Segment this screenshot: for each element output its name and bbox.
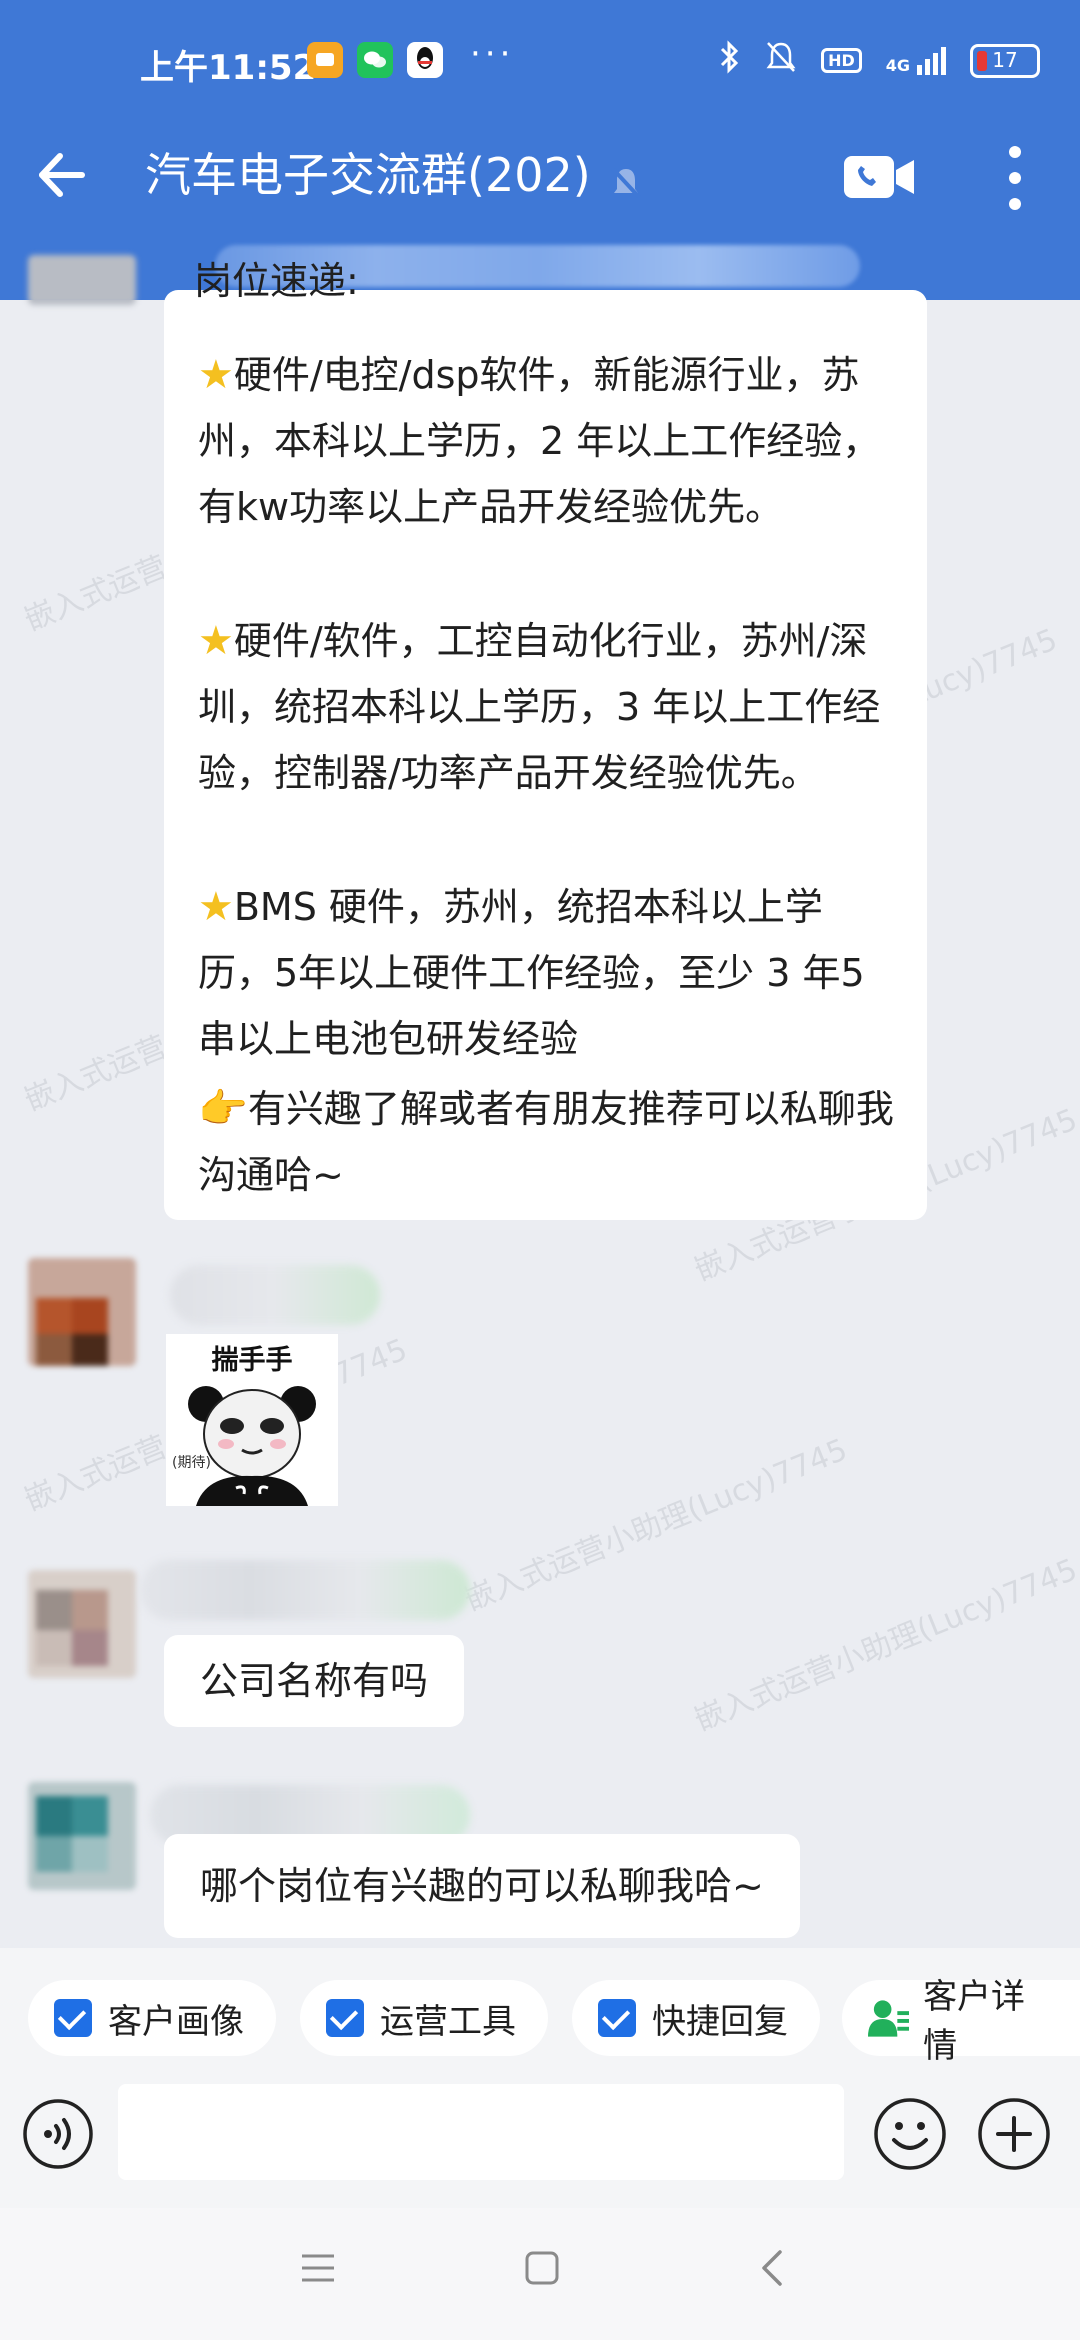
watermark: 嵌入式运营小助理(Lucy)7745: [689, 1552, 1080, 1739]
chip-label: 快捷回复: [652, 2001, 788, 2042]
quick-reply-chip[interactable]: 快捷回复: [572, 1980, 820, 2056]
add-attachment-icon[interactable]: [976, 2096, 1052, 2172]
ops-tools-chip[interactable]: 运营工具: [300, 1980, 548, 2056]
back-arrow-icon[interactable]: [30, 140, 100, 210]
system-nav-bar: [0, 2208, 1080, 2340]
home-icon[interactable]: [522, 2248, 562, 2288]
more-notifications-icon: ···: [470, 34, 515, 74]
avatar[interactable]: [28, 1570, 136, 1678]
system-back-icon[interactable]: [752, 2246, 792, 2290]
notification-icons: [307, 42, 443, 78]
job-posting-text: BMS 硬件，苏州，统招本科以上学历，5年以上硬件工作经验，至少 3 年5串以上…: [198, 885, 865, 1061]
message-bubble[interactable]: 公司名称有吗: [164, 1635, 465, 1727]
avatar[interactable]: [28, 255, 136, 305]
hd-icon: HD: [821, 48, 862, 73]
chip-label: 客户详情: [923, 1977, 1026, 2066]
checkbox-icon: [326, 1999, 364, 2037]
star-emoji-icon: ★: [198, 884, 234, 930]
customer-detail-icon: [868, 2000, 910, 2037]
chat-title: 汽车电子交流群(202): [145, 148, 591, 202]
signal-icon: 4G: [885, 46, 946, 75]
avatar[interactable]: [28, 1782, 136, 1890]
bluetooth-icon: [719, 40, 741, 81]
panda-sticker-icon: [188, 1386, 316, 1506]
contact-note-text: 有兴趣了解或者有朋友推荐可以私聊我沟通哈~: [198, 1087, 894, 1197]
emoji-icon[interactable]: [872, 2096, 948, 2172]
star-emoji-icon: ★: [198, 352, 234, 398]
muted-bell-icon: [611, 167, 641, 199]
pointing-hand-emoji-icon: 👉: [198, 1086, 248, 1132]
message-bubble[interactable]: 岗位速递: ★硬件/电控/dsp软件，新能源行业，苏州，本科以上学历，2 年以上…: [164, 259, 927, 1220]
input-bar: [0, 2078, 1080, 2208]
sender-name-blurred: [170, 1265, 380, 1325]
job-posting-text: 硬件/软件，工控自动化行业，苏州/深圳，统招本科以上学历，3 年以上工作经验，控…: [198, 619, 881, 795]
job-posting-text: 硬件/电控/dsp软件，新能源行业，苏州，本科以上学历，2 年以上工作经验，有k…: [198, 353, 881, 529]
sticker-subcaption: (期待): [172, 1455, 211, 1471]
quick-tools-bar: 客户画像 运营工具 快捷回复 客户详情: [0, 1948, 1080, 2078]
job-posting-item: ★BMS 硬件，苏州，统招本科以上学历，5年以上硬件工作经验，至少 3 年5串以…: [198, 874, 898, 1072]
qq-icon: [407, 42, 443, 78]
voice-input-icon[interactable]: [22, 2098, 94, 2170]
chip-label: 客户画像: [108, 2001, 244, 2042]
sender-name-blurred: [140, 1560, 470, 1620]
customer-detail-chip[interactable]: 客户详情: [842, 1977, 1080, 2066]
status-bar: 上午11:52 ··· HD 4G 17: [0, 0, 1080, 120]
system-status-icons: HD 4G 17: [719, 40, 1040, 81]
chip-label: 运营工具: [380, 2001, 516, 2042]
mute-bell-icon: [765, 40, 797, 81]
battery-icon: 17: [970, 43, 1040, 78]
contact-note: 👉有兴趣了解或者有朋友推荐可以私聊我沟通哈~: [198, 1076, 898, 1208]
message-bubble[interactable]: 哪个岗位有兴趣的可以私聊我哈~: [164, 1834, 800, 1938]
sticker-image[interactable]: 揣手手 (期待): [166, 1334, 338, 1506]
checkbox-icon: [598, 1999, 636, 2037]
job-posting-item: ★硬件/软件，工控自动化行业，苏州/深圳，统招本科以上学历，3 年以上工作经验，…: [198, 608, 898, 806]
checkbox-icon: [54, 1999, 92, 2037]
recent-apps-icon[interactable]: [298, 2248, 338, 2288]
customer-profile-chip[interactable]: 客户画像: [28, 1980, 276, 2056]
video-call-icon[interactable]: [840, 142, 920, 212]
star-emoji-icon: ★: [198, 618, 234, 664]
battery-level: 17: [992, 47, 1018, 72]
avatar[interactable]: [28, 1258, 136, 1366]
more-options-icon[interactable]: [992, 138, 1038, 218]
status-time: 上午11:52: [140, 48, 317, 88]
message-app-icon: [307, 42, 343, 78]
job-posting-item: ★硬件/电控/dsp软件，新能源行业，苏州，本科以上学历，2 年以上工作经验，有…: [198, 342, 898, 540]
chat-header: 汽车电子交流群(202): [0, 120, 1080, 235]
wechat-icon: [357, 42, 393, 78]
watermark: 嵌入式运营小助理(Lucy)7745: [459, 1432, 853, 1619]
message-text-truncated: 岗位速递:: [194, 259, 359, 303]
network-type: 4G: [885, 55, 910, 75]
message-input[interactable]: [118, 2084, 844, 2180]
